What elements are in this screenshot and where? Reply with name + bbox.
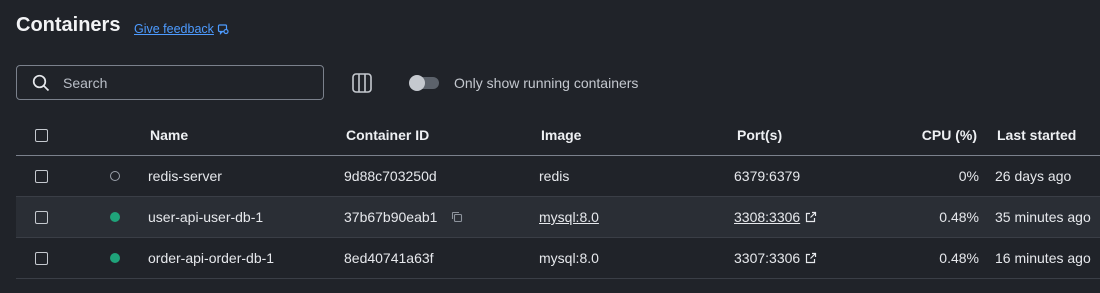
container-id: 9d88c703250d [344,168,437,184]
column-header-container-id[interactable]: Container ID [346,115,429,155]
row-checkbox[interactable] [35,169,48,183]
container-cpu: 0.48% [939,209,979,225]
give-feedback-label: Give feedback [134,22,214,36]
column-header-ports[interactable]: Port(s) [737,115,782,155]
search-box[interactable] [16,65,324,100]
container-id: 8ed40741a63f [344,250,434,266]
column-header-image[interactable]: Image [541,115,581,155]
container-id: 37b67b90eab1 [344,209,438,225]
container-image-link[interactable]: mysql:8.0 [539,197,599,237]
container-last-started: 26 days ago [995,168,1072,184]
column-header-name[interactable]: Name [150,115,188,155]
container-image: redis [539,168,570,184]
table-row[interactable]: redis-server 9d88c703250d redis 6379:637… [16,156,1100,197]
container-cpu: 0.48% [939,250,979,266]
row-checkbox[interactable] [35,251,48,265]
container-name[interactable]: order-api-order-db-1 [148,238,274,278]
containers-page: Containers Give feedback Only show runni… [0,0,1100,293]
column-header-last-started[interactable]: Last started [997,115,1076,155]
copy-icon[interactable] [451,211,463,223]
container-ports: 3307:3306 [734,250,801,266]
container-ports: 6379:6379 [734,168,801,184]
search-input[interactable] [61,73,305,92]
status-stopped-icon [110,171,120,181]
status-running-icon [110,212,120,222]
container-cpu: 0% [958,168,979,184]
give-feedback-link[interactable]: Give feedback [134,22,229,36]
container-last-started: 35 minutes ago [995,209,1091,225]
select-all-checkbox[interactable] [35,128,48,142]
running-only-label: Only show running containers [454,75,639,91]
columns-icon[interactable] [351,72,373,94]
container-name[interactable]: user-api-user-db-1 [148,197,263,237]
column-header-cpu[interactable]: CPU (%) [896,115,977,155]
row-checkbox[interactable] [35,210,48,224]
running-only-toggle[interactable] [409,75,439,91]
feedback-icon [217,24,229,35]
table-header-row: Name Container ID Image Port(s) CPU (%) … [16,115,1100,156]
toggle-knob [409,75,425,91]
external-link-icon[interactable] [805,211,817,223]
container-name[interactable]: redis-server [148,156,222,196]
table-row[interactable]: order-api-order-db-1 8ed40741a63f mysql:… [16,238,1100,279]
containers-table: Name Container ID Image Port(s) CPU (%) … [16,115,1100,279]
search-icon [32,74,50,91]
page-title: Containers [16,14,121,36]
container-image: mysql:8.0 [539,250,599,266]
status-running-icon [110,253,120,263]
table-row[interactable]: user-api-user-db-1 37b67b90eab1 mysql:8.… [16,197,1100,238]
container-ports-link[interactable]: 3308:3306 [734,209,800,225]
external-link-icon[interactable] [805,252,817,264]
container-last-started: 16 minutes ago [995,250,1091,266]
